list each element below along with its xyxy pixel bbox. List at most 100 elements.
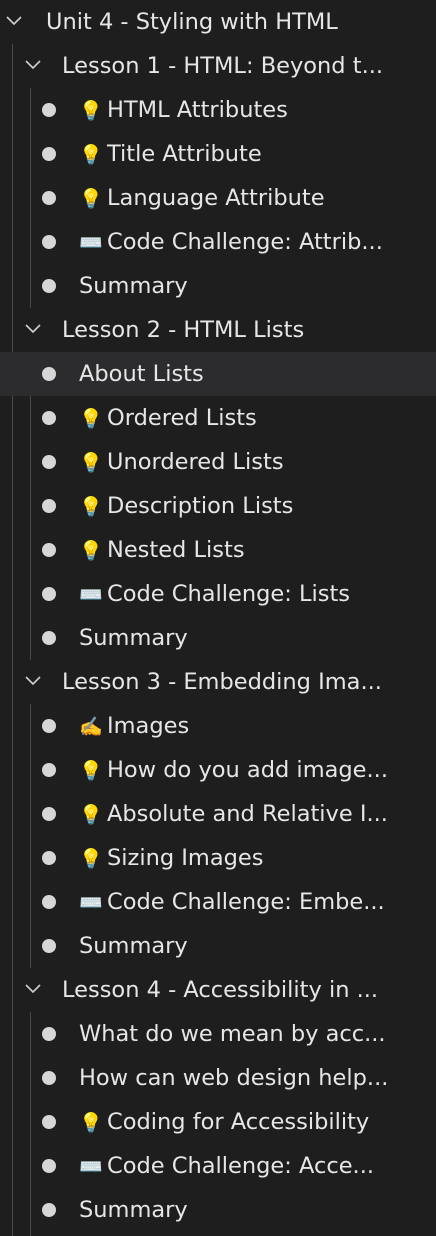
lesson-title: Lesson 2 - HTML Lists [62,317,305,343]
writing-hand-icon: ✍️ [79,716,103,738]
lesson-title: Lesson 3 - Embedding Ima... [62,669,382,695]
bullet-icon [42,235,56,249]
bullet-icon [42,543,56,557]
tree-row-item[interactable]: Summary [0,1188,436,1232]
item-label: How can web design help... [79,1065,389,1091]
bullet-icon [42,103,56,117]
item-label: Summary [79,933,188,959]
lightbulb-icon: 💡 [79,540,103,562]
item-label: Absolute and Relative I... [107,801,388,827]
lesson-title: Lesson 1 - HTML: Beyond t... [62,53,384,79]
tree-row-item[interactable]: 💡 Unordered Lists [0,440,436,484]
item-label: HTML Attributes [107,97,288,123]
tree-row-item[interactable]: ✍️ Images [0,704,436,748]
tree-row-item[interactable]: Summary [0,264,436,308]
tree-row-item[interactable]: 💡 Absolute and Relative I... [0,792,436,836]
bullet-icon [42,147,56,161]
tree-row-item[interactable]: 💡 Description Lists [0,484,436,528]
bullet-icon [42,191,56,205]
tree-row-lesson-1[interactable]: Lesson 1 - HTML: Beyond t... [0,44,436,88]
bullet-icon [42,279,56,293]
bullet-icon [42,1071,56,1085]
item-label: Summary [79,273,188,299]
lightbulb-icon: 💡 [79,188,103,210]
tree-row-item[interactable]: 💡 Ordered Lists [0,396,436,440]
lightbulb-icon: 💡 [79,496,103,518]
item-label: Description Lists [107,493,294,519]
tree-row-item[interactable]: Summary [0,924,436,968]
bullet-icon [42,1159,56,1173]
lightbulb-icon: 💡 [79,144,103,166]
keyboard-icon: ⌨️ [79,892,103,914]
tree-row-item[interactable]: ⌨️ Code Challenge: Acce... [0,1144,436,1188]
tree-row-item[interactable]: 💡 Language Attribute [0,176,436,220]
keyboard-icon: ⌨️ [79,1156,103,1178]
bullet-icon [42,807,56,821]
tree-row-item[interactable]: Summary [0,616,436,660]
item-label: What do we mean by acc... [79,1021,386,1047]
tree-row-item[interactable]: How can web design help... [0,1056,436,1100]
bullet-icon [42,895,56,909]
keyboard-icon: ⌨️ [79,232,103,254]
bullet-icon [42,455,56,469]
lightbulb-icon: 💡 [79,804,103,826]
item-label: Unordered Lists [107,449,284,475]
chevron-down-icon[interactable] [24,672,42,690]
chevron-down-icon[interactable] [24,980,42,998]
lightbulb-icon: 💡 [79,100,103,122]
bullet-icon [42,851,56,865]
chevron-down-icon[interactable] [24,56,42,74]
item-label: Coding for Accessibility [107,1109,370,1135]
chevron-down-icon[interactable] [24,320,42,338]
bullet-icon [42,939,56,953]
lightbulb-icon: 💡 [79,1112,103,1134]
lightbulb-icon: 💡 [79,848,103,870]
bullet-icon [42,411,56,425]
tree-row-item[interactable]: What do we mean by acc... [0,1012,436,1056]
item-label: Title Attribute [107,141,262,167]
tree-row-item[interactable]: ⌨️ Code Challenge: Attrib... [0,220,436,264]
lightbulb-icon: 💡 [79,408,103,430]
bullet-icon [42,719,56,733]
bullet-icon [42,1115,56,1129]
unit-title: Unit 4 - Styling with HTML [46,9,338,35]
tree-row-lesson-4[interactable]: Lesson 4 - Accessibility in ... [0,968,436,1012]
item-label: Nested Lists [107,537,245,563]
item-label: Images [107,713,190,739]
tree-row-item-selected[interactable]: About Lists [0,352,436,396]
bullet-icon [42,1027,56,1041]
tree-row-item[interactable]: 💡 Coding for Accessibility [0,1100,436,1144]
item-label: How do you add image... [107,757,388,783]
tree-row-lesson-2[interactable]: Lesson 2 - HTML Lists [0,308,436,352]
tree-row-item[interactable]: ⌨️ Code Challenge: Lists [0,572,436,616]
tree-row-item[interactable]: ⌨️ Code Challenge: Embe... [0,880,436,924]
bullet-icon [42,499,56,513]
outline-tree: Unit 4 - Styling with HTML Lesson 1 - HT… [0,0,436,1236]
item-label: Code Challenge: Acce... [107,1153,375,1179]
item-label: Language Attribute [107,185,325,211]
tree-row-item[interactable]: 💡 Sizing Images [0,836,436,880]
tree-row-item[interactable]: 💡 Title Attribute [0,132,436,176]
lightbulb-icon: 💡 [79,452,103,474]
bullet-icon [42,587,56,601]
tree-row-item[interactable]: 💡 HTML Attributes [0,88,436,132]
lightbulb-icon: 💡 [79,760,103,782]
bullet-icon [42,367,56,381]
tree-row-item[interactable]: 💡 How do you add image... [0,748,436,792]
item-label: Code Challenge: Attrib... [107,229,383,255]
bullet-icon [42,1203,56,1217]
tree-row-lesson-3[interactable]: Lesson 3 - Embedding Ima... [0,660,436,704]
lesson-title: Lesson 4 - Accessibility in ... [62,977,379,1003]
tree-row-item[interactable]: 💡 Nested Lists [0,528,436,572]
item-label: Summary [79,1197,188,1223]
bullet-icon [42,631,56,645]
item-label: Code Challenge: Lists [107,581,351,607]
item-label: Summary [79,625,188,651]
keyboard-icon: ⌨️ [79,584,103,606]
chevron-down-icon[interactable] [5,12,23,30]
item-label: Code Challenge: Embe... [107,889,385,915]
item-label: Ordered Lists [107,405,257,431]
bullet-icon [42,763,56,777]
item-label: Sizing Images [107,845,264,871]
tree-row-unit-4[interactable]: Unit 4 - Styling with HTML [0,0,436,44]
